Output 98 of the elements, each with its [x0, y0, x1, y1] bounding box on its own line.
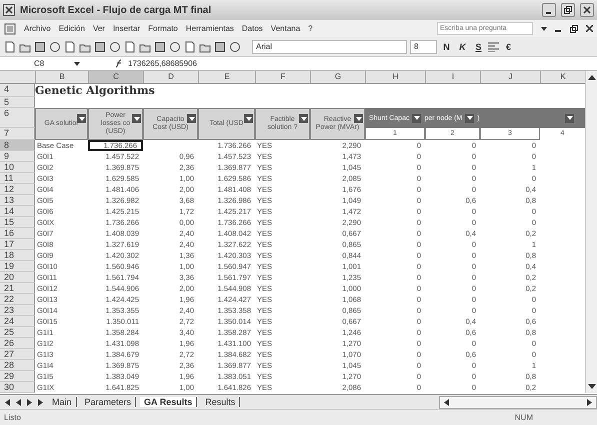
excel-logo-icon: [3, 4, 15, 16]
row-header[interactable]: 18: [0, 250, 35, 261]
restore-icon[interactable]: [570, 24, 578, 32]
row-header[interactable]: 14: [0, 206, 35, 217]
menu-item[interactable]: Insertar: [112, 24, 140, 33]
status-text: Listo: [4, 413, 21, 422]
restore-button[interactable]: [561, 3, 575, 17]
column-header[interactable]: I: [425, 71, 480, 83]
column-header[interactable]: E: [198, 71, 255, 83]
window-title: Microsoft Excel - Flujo de carga MT final: [20, 4, 212, 16]
row-header[interactable]: 21: [0, 283, 35, 294]
filter-dropdown-button[interactable]: [412, 114, 422, 122]
caret-icon: [414, 116, 420, 120]
name-box[interactable]: C8: [0, 59, 70, 68]
caret-icon: [356, 116, 362, 120]
column-header[interactable]: H: [365, 71, 425, 83]
row-header[interactable]: 22: [0, 294, 35, 305]
column-header[interactable]: C: [88, 71, 143, 83]
row-header[interactable]: 12: [0, 184, 35, 195]
minimize-button[interactable]: [542, 3, 556, 17]
align-left-icon[interactable]: [488, 42, 499, 52]
formula-field[interactable]: 1736265,68685906: [128, 59, 197, 68]
menu-item[interactable]: Datos: [242, 24, 263, 33]
row-header[interactable]: 23: [0, 305, 35, 316]
caret-icon: [246, 116, 252, 120]
scroll-right-icon[interactable]: [587, 398, 593, 406]
column-header[interactable]: J: [480, 71, 540, 83]
caret-icon: [78, 116, 84, 120]
workbook-icon: [4, 22, 16, 34]
filter-dropdown-button[interactable]: [187, 114, 196, 123]
format-button[interactable]: N: [440, 42, 453, 52]
filter-dropdown-button[interactable]: [77, 114, 86, 123]
caret-icon: [566, 116, 573, 120]
row-header[interactable]: 30: [0, 382, 35, 393]
row-header[interactable]: 20: [0, 272, 35, 283]
menu-item[interactable]: Formato: [148, 24, 178, 33]
row-header[interactable]: 26: [0, 338, 35, 349]
scroll-up-icon[interactable]: [588, 74, 596, 80]
row-header[interactable]: 6: [0, 108, 35, 128]
row-header[interactable]: 15: [0, 217, 35, 228]
row-header[interactable]: 9: [0, 151, 35, 162]
row-header[interactable]: 7: [0, 128, 35, 140]
filter-dropdown-button[interactable]: [354, 114, 363, 123]
row-header[interactable]: 8: [0, 140, 35, 151]
column-header[interactable]: D: [143, 71, 198, 83]
filter-dropdown-button[interactable]: [565, 114, 574, 122]
menu-item[interactable]: Edición: [58, 24, 85, 33]
row-header[interactable]: 25: [0, 327, 35, 338]
sheet-title: Genetic Algorithms: [35, 84, 156, 97]
sheet-tab[interactable]: Parameters: [80, 397, 136, 407]
function-icon[interactable]: [114, 59, 124, 68]
filter-dropdown-button[interactable]: [132, 114, 141, 123]
row-header[interactable]: 17: [0, 239, 35, 250]
horizontal-scrollbar[interactable]: [439, 396, 597, 408]
row-header[interactable]: 10: [0, 162, 35, 173]
close-button[interactable]: [580, 3, 594, 17]
scroll-left-icon[interactable]: [443, 398, 449, 406]
caret-icon: [300, 116, 306, 120]
scroll-down-icon[interactable]: [588, 384, 596, 390]
filter-dropdown-button[interactable]: [465, 114, 474, 122]
row-header[interactable]: 5: [0, 97, 35, 108]
caret-icon: [188, 116, 194, 120]
row-header[interactable]: 11: [0, 173, 35, 184]
font-size-dropdown[interactable]: 8: [410, 40, 437, 54]
row-header[interactable]: 19: [0, 261, 35, 272]
row-header[interactable]: 16: [0, 228, 35, 239]
row-header[interactable]: 24: [0, 316, 35, 327]
sheet-tab[interactable]: GA Results: [140, 397, 198, 407]
column-header[interactable]: F: [255, 71, 310, 83]
dropdown-arrow-icon[interactable]: [74, 62, 80, 66]
dropdown-arrow-icon[interactable]: [541, 26, 547, 30]
caret-icon: [134, 116, 140, 120]
vertical-scrollbar[interactable]: [585, 71, 597, 393]
restore-icon: [564, 6, 572, 14]
filter-dropdown-button[interactable]: [244, 114, 253, 123]
font-dropdown[interactable]: Arial: [252, 40, 407, 54]
menu-item[interactable]: Ventana: [270, 24, 300, 33]
column-header[interactable]: G: [310, 71, 365, 83]
menu-item[interactable]: Ver: [92, 24, 105, 33]
sheet-tab[interactable]: Results: [201, 397, 240, 407]
format-button[interactable]: K: [456, 42, 469, 52]
row-header[interactable]: 28: [0, 360, 35, 371]
row-header[interactable]: 4: [0, 84, 35, 97]
format-button[interactable]: S: [472, 42, 485, 52]
currency-button[interactable]: €: [502, 42, 515, 52]
close-icon[interactable]: [586, 25, 593, 32]
row-header[interactable]: 29: [0, 371, 35, 382]
num-lock-indicator: NUM: [514, 413, 533, 422]
menu-item[interactable]: Archivo: [24, 24, 51, 33]
filter-dropdown-button[interactable]: [299, 114, 308, 123]
row-header[interactable]: 27: [0, 349, 35, 360]
menu-item[interactable]: ?: [308, 24, 313, 33]
close-icon: [583, 6, 591, 14]
caret-icon: [466, 116, 473, 120]
sheet-tab[interactable]: Main: [48, 397, 77, 407]
row-header[interactable]: 13: [0, 195, 35, 206]
new-file-icon[interactable]: [4, 40, 16, 52]
menu-item[interactable]: Herramientas: [186, 24, 234, 33]
